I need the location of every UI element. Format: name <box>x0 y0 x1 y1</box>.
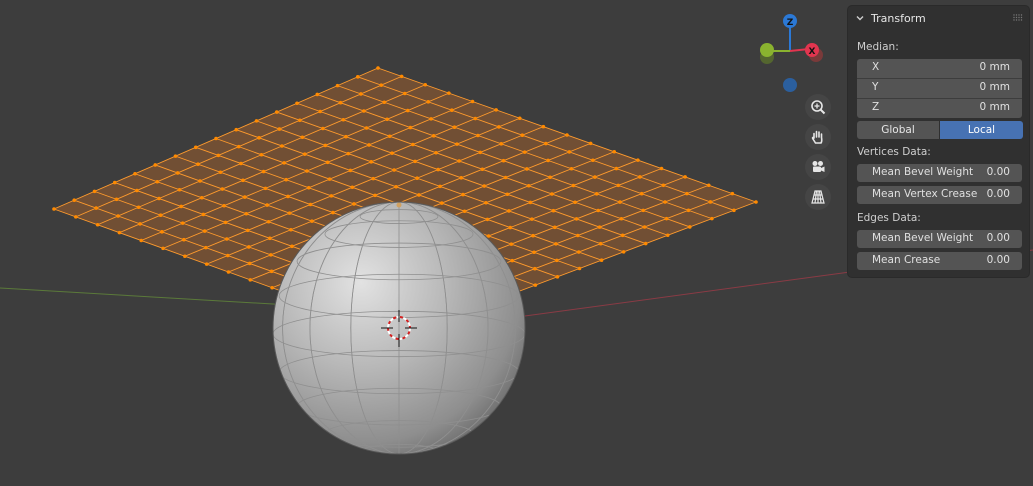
camera-icon <box>812 161 825 172</box>
local-space-button[interactable]: Local <box>940 121 1023 139</box>
median-label: Median: <box>857 41 899 53</box>
pan-button[interactable] <box>805 124 831 150</box>
y-axis-line <box>0 287 291 306</box>
navigation-gizmo[interactable]: X Z <box>760 14 823 92</box>
mean-vertex-crease-field[interactable]: Mean Vertex Crease 0.00 <box>857 186 1022 204</box>
median-y-field[interactable]: Y 0 mm <box>857 79 1022 99</box>
panel-title: Transform <box>871 11 926 25</box>
field-value: 0.00 <box>986 232 1010 244</box>
zoom-icon <box>811 100 826 115</box>
vertices-data-label: Vertices Data: <box>857 146 931 158</box>
gizmo-z-label: Z <box>787 18 794 28</box>
field-value: 0.00 <box>986 254 1010 266</box>
median-x-value: 0 mm <box>979 61 1010 73</box>
camera-view-button[interactable] <box>805 154 831 180</box>
field-label: Mean Vertex Crease <box>872 188 978 200</box>
gizmo-y-ball <box>760 43 774 57</box>
median-x-field[interactable]: X 0 mm <box>857 59 1022 79</box>
x-axis-line <box>509 271 851 319</box>
global-space-button[interactable]: Global <box>857 121 939 139</box>
median-z-field[interactable]: Z 0 mm <box>857 99 1022 118</box>
field-value: 0.00 <box>986 166 1010 178</box>
median-z-value: 0 mm <box>979 101 1010 113</box>
gizmo-z-neg-ball <box>783 78 797 92</box>
gizmo-x-label: X <box>809 47 816 57</box>
chevron-down-icon <box>856 16 864 21</box>
field-label: Mean Crease <box>872 254 941 266</box>
median-y-value: 0 mm <box>979 81 1010 93</box>
drag-grip-icon[interactable] <box>1013 14 1023 21</box>
zoom-button[interactable] <box>805 94 831 120</box>
median-x-label: X <box>872 61 880 73</box>
vertex-mean-bevel-weight-field[interactable]: Mean Bevel Weight 0.00 <box>857 164 1022 182</box>
edges-data-label: Edges Data: <box>857 212 921 224</box>
field-label: Mean Bevel Weight <box>872 166 974 178</box>
transform-panel: Transform Median: X 0 mm Y 0 mm Z 0 mm G… <box>848 6 1029 277</box>
sphere-mesh[interactable] <box>272 201 526 458</box>
median-z-label: Z <box>872 101 880 113</box>
hand-icon <box>811 130 823 144</box>
sphere-top-vertex <box>396 202 402 208</box>
edge-mean-bevel-weight-field[interactable]: Mean Bevel Weight 0.00 <box>857 230 1022 248</box>
perspective-toggle-button[interactable] <box>805 184 831 210</box>
grid-perspective-icon <box>811 190 825 204</box>
mean-crease-field[interactable]: Mean Crease 0.00 <box>857 252 1022 270</box>
transform-panel-header[interactable]: Transform <box>848 6 1029 30</box>
field-value: 0.00 <box>986 188 1010 200</box>
field-label: Mean Bevel Weight <box>872 232 974 244</box>
median-y-label: Y <box>872 81 879 93</box>
